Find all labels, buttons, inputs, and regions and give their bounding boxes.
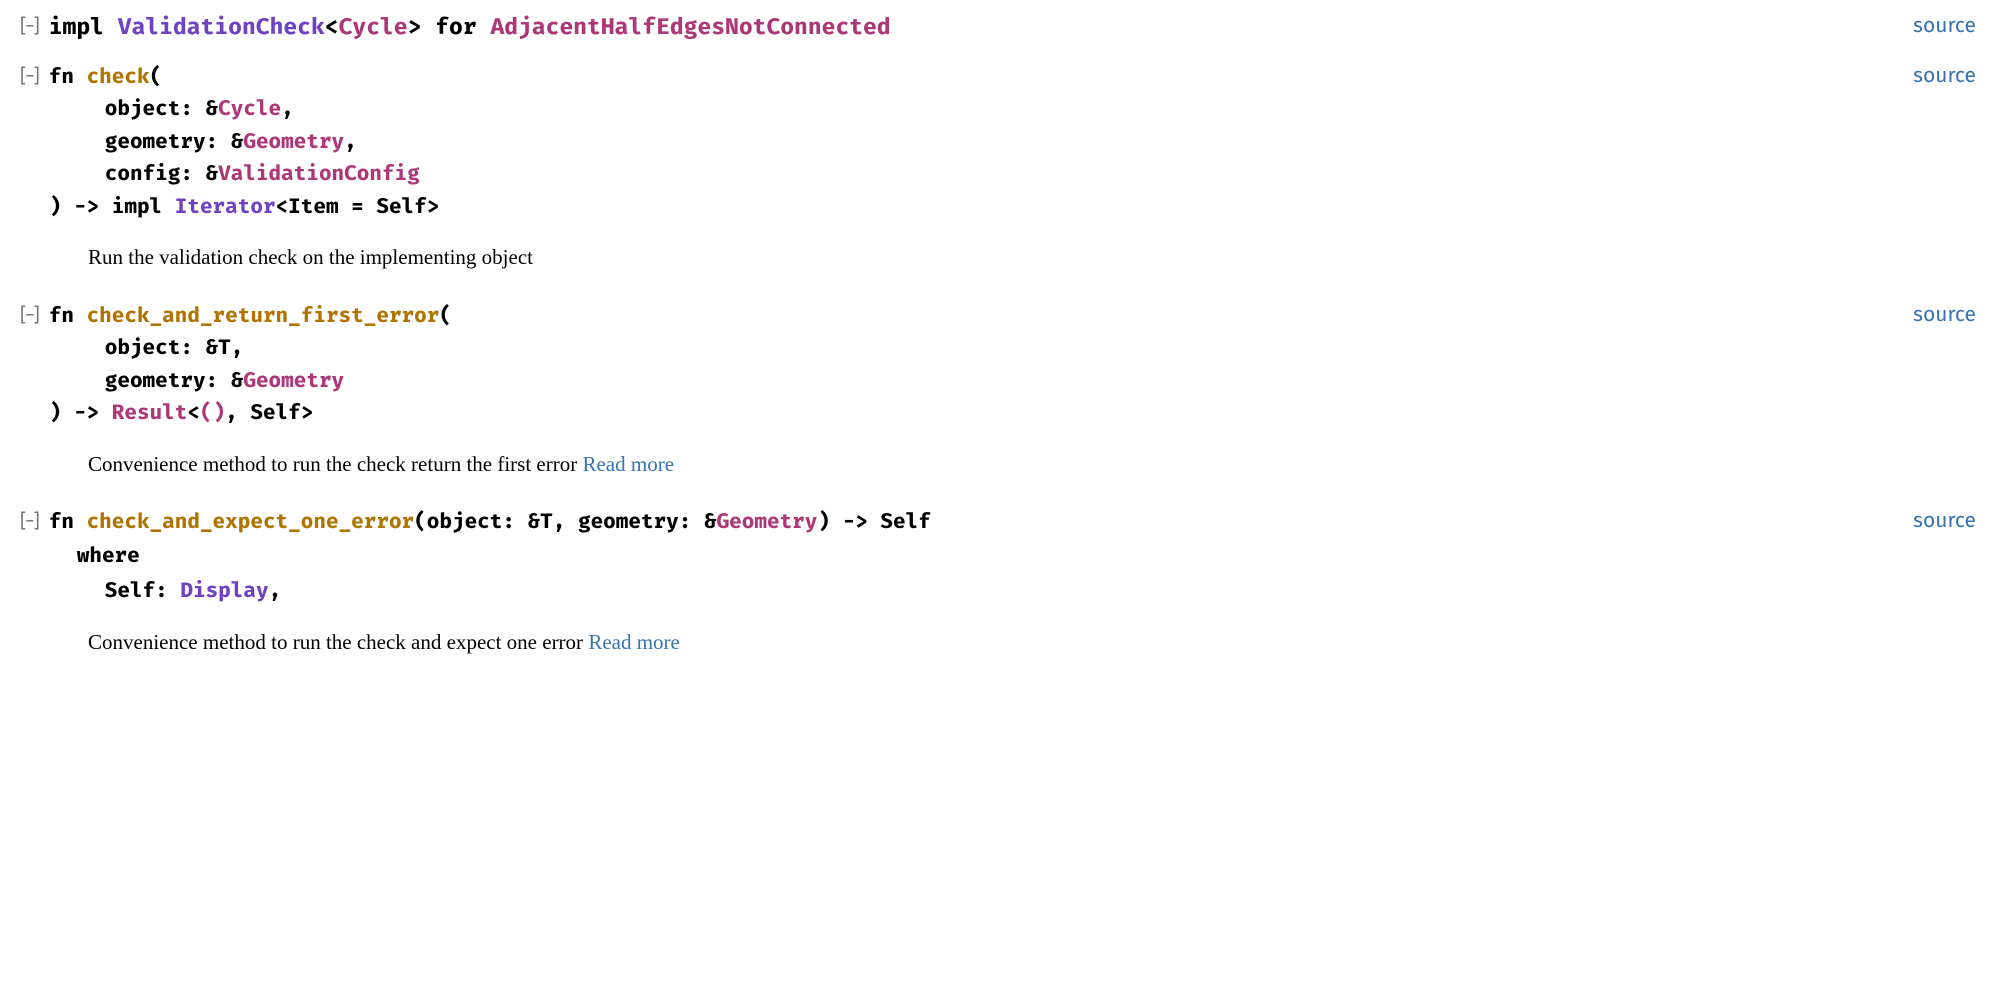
where-keyword: where	[77, 542, 140, 568]
source-link[interactable]: source	[1913, 299, 1976, 331]
type-link-validationconfig[interactable]: ValidationConfig	[218, 160, 420, 186]
collapse-toggle-icon[interactable]: [−]	[20, 508, 39, 537]
fn-keyword: fn	[49, 63, 87, 89]
angle-open: <	[187, 399, 200, 425]
doc-check: Run the validation check on the implemen…	[88, 242, 1976, 272]
impl-keyword: impl	[49, 13, 118, 41]
trait-link-display[interactable]: Display	[180, 577, 268, 603]
paren-open: (	[439, 302, 452, 328]
param-object: object: &	[105, 95, 218, 121]
type-link-cycle[interactable]: Cycle	[339, 13, 408, 41]
doc-text: Convenience method to run the check retu…	[88, 452, 582, 476]
type-link-geometry[interactable]: Geometry	[717, 508, 818, 534]
params-inline: (object: &T, geometry: &	[414, 508, 716, 534]
param-geometry: geometry: &	[105, 367, 244, 393]
comma: ,	[344, 128, 357, 154]
type-link-cycle[interactable]: Cycle	[218, 95, 281, 121]
impl-signature: impl ValidationCheck<Cycle> for Adjacent…	[49, 10, 891, 46]
return-self: ) -> Self	[817, 508, 930, 534]
type-link-adjacenthalfedges[interactable]: AdjacentHalfEdgesNotConnected	[490, 13, 890, 41]
type-link-geometry[interactable]: Geometry	[243, 128, 344, 154]
read-more-link[interactable]: Read more	[582, 452, 674, 476]
param-config: config: &	[105, 160, 218, 186]
return-rest: <Item = Self>	[276, 193, 440, 219]
comma: ,	[281, 95, 294, 121]
fn-keyword: fn	[49, 302, 87, 328]
doc-check-expect: Convenience method to run the check and …	[88, 627, 1976, 657]
source-link[interactable]: source	[1913, 60, 1976, 92]
trait-link-validationcheck[interactable]: ValidationCheck	[118, 13, 325, 41]
paren-open: (	[150, 63, 163, 89]
source-link[interactable]: source	[1913, 10, 1976, 42]
doc-text: Convenience method to run the check and …	[88, 630, 588, 654]
read-more-link[interactable]: Read more	[588, 630, 680, 654]
collapse-toggle-icon[interactable]: [−]	[20, 302, 39, 331]
return-arrow: ) ->	[49, 399, 112, 425]
fn-keyword: fn	[49, 508, 87, 534]
type-link-result[interactable]: Result	[112, 399, 188, 425]
trait-link-iterator[interactable]: Iterator	[175, 193, 276, 219]
fn-name-check[interactable]: check	[87, 63, 150, 89]
param-object: object: &T,	[105, 334, 244, 360]
angle-open: <	[325, 13, 339, 41]
fn-name-check-first[interactable]: check_and_return_first_error	[87, 302, 440, 328]
collapse-toggle-icon[interactable]: [−]	[20, 13, 39, 42]
angle-close: >	[408, 13, 422, 41]
comma: ,	[269, 577, 282, 603]
where-self: Self:	[105, 577, 181, 603]
doc-check-first: Convenience method to run the check retu…	[88, 449, 1976, 479]
fn-check-signature: fn check( object: &Cycle, geometry: &Geo…	[49, 60, 440, 223]
param-geometry: geometry: &	[105, 128, 244, 154]
fn-check-expect-signature: fn check_and_expect_one_error(object: &T…	[49, 505, 931, 607]
type-link-unit[interactable]: ()	[200, 399, 225, 425]
return-rest: , Self>	[225, 399, 313, 425]
fn-name-check-expect[interactable]: check_and_expect_one_error	[87, 508, 415, 534]
type-link-geometry[interactable]: Geometry	[243, 367, 344, 393]
source-link[interactable]: source	[1913, 505, 1976, 537]
for-keyword: for	[421, 13, 490, 41]
return-arrow: ) -> impl	[49, 193, 175, 219]
collapse-toggle-icon[interactable]: [−]	[20, 63, 39, 92]
fn-check-first-signature: fn check_and_return_first_error( object:…	[49, 299, 452, 429]
